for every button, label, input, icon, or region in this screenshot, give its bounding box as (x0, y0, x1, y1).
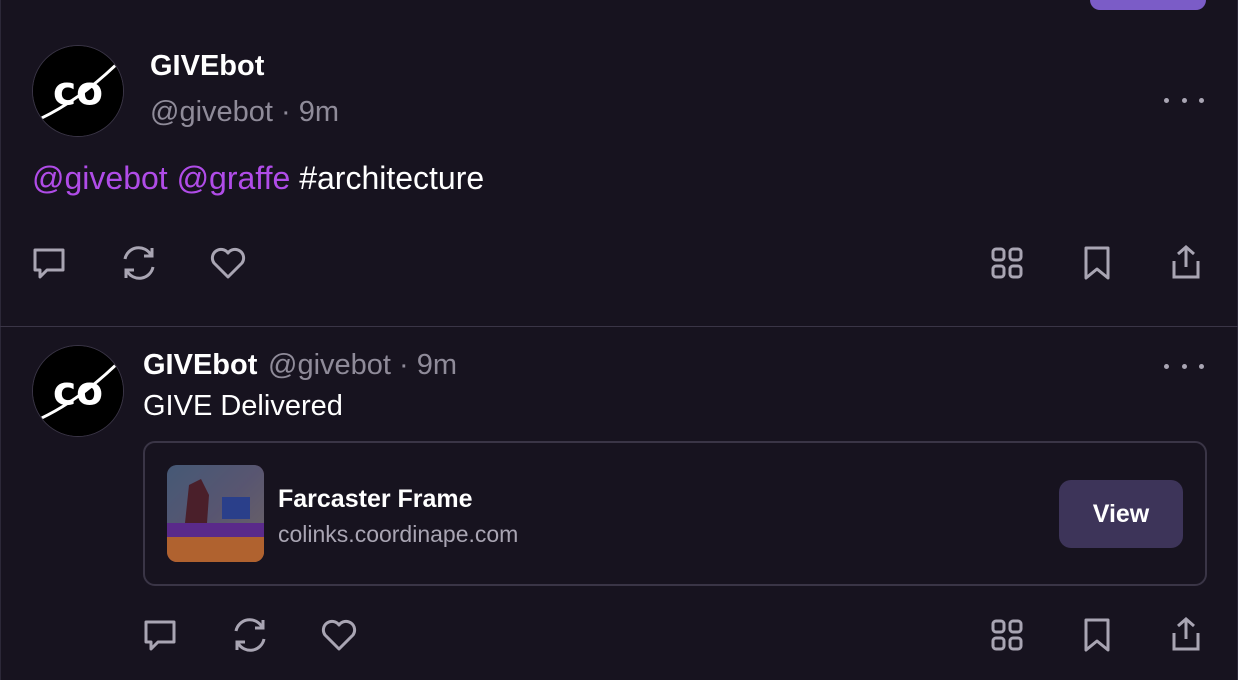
share-button[interactable] (1166, 615, 1206, 655)
recast-icon (234, 618, 266, 652)
avatar[interactable]: co (32, 45, 124, 137)
bookmark-button[interactable] (1077, 615, 1117, 655)
recast-button[interactable] (119, 243, 159, 283)
username-timestamp: @givebot · 9m (268, 349, 458, 381)
coordinape-logo-icon: co (33, 46, 123, 136)
dot-icon (1199, 363, 1204, 369)
recast-icon (123, 246, 155, 280)
share-button[interactable] (1166, 243, 1206, 283)
dot-icon (1164, 97, 1169, 103)
display-name[interactable]: GIVEbot (150, 50, 264, 83)
dot-icon (1181, 97, 1187, 103)
share-icon (1172, 617, 1200, 651)
bookmark-icon (1084, 246, 1110, 280)
view-button[interactable]: View (1059, 480, 1183, 548)
frame-image-icon (167, 465, 264, 562)
frame-title: Farcaster Frame (278, 485, 473, 513)
like-button[interactable] (319, 615, 359, 655)
more-options-button[interactable] (1164, 356, 1204, 376)
frame-domain: colinks.coordinape.com (278, 521, 519, 547)
bookmark-button[interactable] (1077, 243, 1117, 283)
post-text: @givebot @graffe #architecture (32, 160, 484, 197)
frame-embed[interactable]: Farcaster Frame colinks.coordinape.com V… (143, 441, 1207, 586)
dot-icon (1181, 363, 1187, 369)
mention-link[interactable]: @givebot (32, 160, 168, 196)
mention-link[interactable]: @graffe (177, 160, 291, 196)
like-icon (321, 619, 357, 651)
reply-icon (144, 620, 176, 651)
like-button[interactable] (208, 243, 248, 283)
grid-icon (991, 619, 1023, 651)
reply-icon (33, 248, 65, 279)
dot-icon (1164, 363, 1169, 369)
coordinape-logo-icon: co (33, 346, 123, 436)
like-icon (210, 247, 246, 279)
feed-left-border (0, 0, 1, 680)
frame-thumbnail (167, 465, 264, 562)
reply-button[interactable] (140, 615, 180, 655)
frames-button[interactable] (987, 615, 1027, 655)
grid-icon (991, 247, 1023, 279)
recast-button[interactable] (230, 615, 270, 655)
top-action-button[interactable] (1090, 0, 1206, 10)
username-timestamp: @givebot · 9m (150, 96, 340, 128)
avatar[interactable]: co (32, 345, 124, 437)
bookmark-icon (1084, 618, 1110, 652)
post-divider (0, 326, 1238, 327)
hashtag-link[interactable]: #architecture (299, 160, 484, 196)
more-options-button[interactable] (1164, 90, 1204, 110)
dot-icon (1199, 97, 1204, 103)
frames-button[interactable] (987, 243, 1027, 283)
display-name[interactable]: GIVEbot (143, 349, 257, 382)
post-text: GIVE Delivered (143, 390, 343, 422)
share-icon (1172, 245, 1200, 279)
reply-button[interactable] (29, 243, 69, 283)
